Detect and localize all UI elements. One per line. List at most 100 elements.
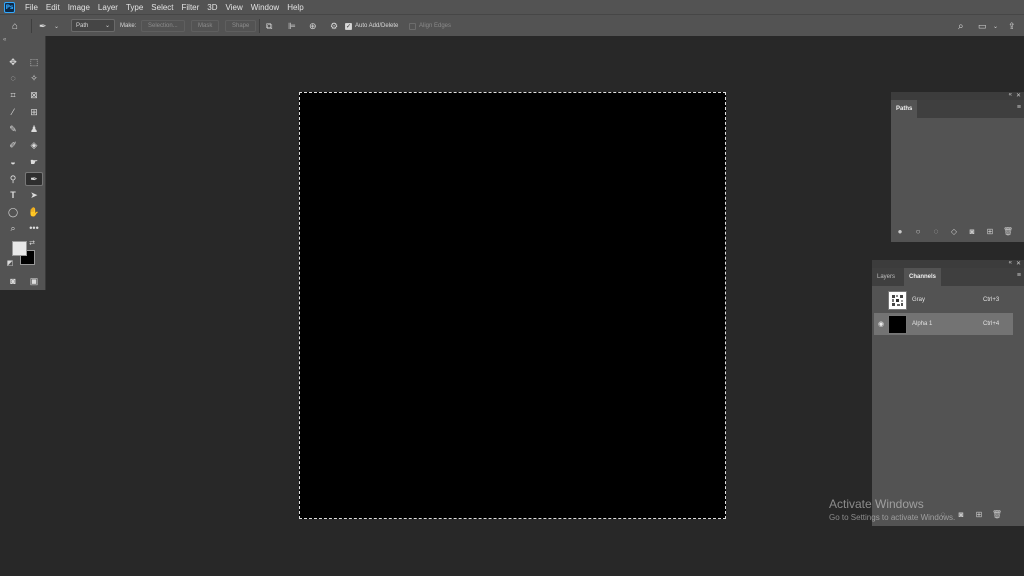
paths-tab-row: Paths: [891, 100, 1024, 118]
pen-tool-icon[interactable]: ✒: [25, 172, 43, 186]
channel-name: Alpha 1: [912, 321, 933, 327]
collapse-panel-icon[interactable]: «: [3, 37, 6, 43]
default-colors-icon[interactable]: ◩: [5, 256, 15, 270]
healing-brush-tool-icon[interactable]: ⊞: [25, 105, 43, 119]
menu-file[interactable]: File: [21, 3, 42, 12]
paths-panel-footer: ● ○ ◌ ◇ ◙ ⊞ 🗑: [891, 223, 1024, 239]
checkbox-icon: [409, 22, 416, 30]
checkmark-icon: ✓: [345, 22, 352, 30]
menu-filter[interactable]: Filter: [178, 3, 204, 12]
menu-3d[interactable]: 3D: [203, 3, 221, 12]
tab-layers[interactable]: Layers: [872, 268, 900, 286]
auto-add-delete-checkbox[interactable]: ✓ Auto Add/Delete: [345, 15, 398, 37]
trash-icon[interactable]: 🗑: [999, 227, 1017, 236]
frame-tool-icon[interactable]: ⊠: [25, 88, 43, 102]
close-icon[interactable]: ✕: [1016, 260, 1021, 267]
auto-add-delete-label: Auto Add/Delete: [355, 23, 399, 29]
channel-shortcut: Ctrl+4: [983, 321, 1000, 327]
home-icon[interactable]: ⌂: [12, 15, 18, 37]
brush-tool-icon[interactable]: ✎: [4, 122, 22, 136]
stroke-path-icon[interactable]: ○: [909, 227, 927, 236]
channel-thumbnail: [888, 290, 907, 310]
align-edges-checkbox[interactable]: Align Edges: [409, 15, 451, 37]
pen-tool-preset-icon[interactable]: ✒: [39, 15, 47, 37]
menu-image[interactable]: Image: [64, 3, 94, 12]
eye-icon[interactable]: ◉: [874, 320, 888, 328]
panel-menu-icon[interactable]: ≡: [1017, 104, 1021, 111]
path-mode-value: Path: [76, 22, 89, 29]
panel-top-strip: « ✕: [872, 260, 1024, 268]
make-work-path-icon[interactable]: ◇: [945, 227, 963, 236]
chevron-down-icon[interactable]: ⌄: [993, 15, 998, 37]
menu-window[interactable]: Window: [247, 3, 283, 12]
collapse-panel-icon[interactable]: «: [1009, 260, 1012, 266]
dodge-tool-icon[interactable]: ⚲: [4, 172, 22, 186]
more-tools-icon[interactable]: •••: [25, 221, 43, 235]
clone-stamp-tool-icon[interactable]: ♟: [25, 122, 43, 136]
menu-view[interactable]: View: [222, 3, 247, 12]
channel-row-gray[interactable]: Gray Ctrl+3: [874, 289, 1013, 311]
chevron-down-icon: ⌄: [104, 23, 110, 29]
menu-edit[interactable]: Edit: [42, 3, 64, 12]
channel-row-alpha-1[interactable]: ◉ Alpha 1 Ctrl+4: [874, 313, 1013, 335]
foreground-color-swatch[interactable]: [12, 241, 27, 256]
ellipse-tool-icon[interactable]: ◯: [4, 205, 22, 219]
paint-bucket-tool-icon[interactable]: ◒: [4, 155, 22, 169]
menu-help[interactable]: Help: [283, 3, 307, 12]
make-mask-button[interactable]: Mask: [191, 20, 220, 32]
path-mode-select[interactable]: Path ⌄: [71, 19, 115, 32]
watermark-title: Activate Windows: [829, 497, 924, 511]
separator: [31, 19, 32, 33]
tab-channels[interactable]: Channels: [904, 268, 942, 286]
add-mask-icon[interactable]: ◙: [963, 227, 981, 236]
eyedropper-tool-icon[interactable]: ⁄: [4, 105, 22, 119]
watermark-subtitle: Go to Settings to activate Windows.: [829, 513, 956, 522]
move-tool-icon[interactable]: ✥: [4, 55, 22, 69]
tools-panel: « ✥ ⬚ ◌ ✧ ⌗ ⊠ ⁄ ⊞ ✎ ♟ ✐ ◈ ◒ ☛ ⚲ ✒ T ➤ ◯ …: [0, 36, 46, 290]
zoom-tool-icon[interactable]: ⌕: [4, 221, 22, 235]
lasso-tool-icon[interactable]: ◌: [4, 71, 22, 85]
history-brush-tool-icon[interactable]: ✐: [4, 138, 22, 152]
close-icon[interactable]: ✕: [1016, 92, 1021, 99]
make-shape-button[interactable]: Shape: [225, 20, 257, 32]
trash-icon[interactable]: 🗑: [988, 510, 1006, 519]
make-selection-button[interactable]: Selection...: [141, 20, 185, 32]
gear-icon[interactable]: ⚙: [330, 15, 338, 37]
new-channel-icon[interactable]: ⊞: [970, 510, 988, 519]
menu-select[interactable]: Select: [147, 3, 177, 12]
swap-colors-icon[interactable]: ⇄: [27, 236, 37, 250]
eraser-tool-icon[interactable]: ◈: [25, 138, 43, 152]
share-icon[interactable]: ⇪: [1008, 15, 1016, 37]
workspace-icon[interactable]: ▭: [978, 15, 987, 37]
type-tool-icon[interactable]: T: [4, 188, 22, 202]
quick-mask-icon[interactable]: ◙: [4, 274, 22, 288]
path-operations-icon[interactable]: ⧉: [266, 15, 272, 37]
menu-type[interactable]: Type: [122, 3, 147, 12]
tab-paths[interactable]: Paths: [891, 100, 918, 118]
panel-menu-icon[interactable]: ≡: [1017, 272, 1021, 279]
new-path-icon[interactable]: ⊞: [981, 227, 999, 236]
hand-tool-icon[interactable]: ✋: [25, 205, 43, 219]
magic-wand-tool-icon[interactable]: ✧: [25, 71, 43, 85]
load-path-as-selection-icon[interactable]: ◌: [927, 227, 945, 236]
document-canvas[interactable]: [299, 92, 726, 519]
separator: [259, 19, 260, 33]
channels-tab-row: Layers Channels: [872, 268, 1024, 286]
smudge-tool-icon[interactable]: ☛: [25, 155, 43, 169]
options-bar: ⌂ ✒ ⌄ Path ⌄ Make: Selection... Mask Sha…: [0, 14, 1024, 36]
channels-panel: « ✕ Layers Channels ≡ Gray Ctrl+3 ◉ Alph…: [872, 260, 1024, 526]
crop-tool-icon[interactable]: ⌗: [4, 88, 22, 102]
screen-mode-icon[interactable]: ▣: [25, 274, 43, 288]
collapse-panel-icon[interactable]: «: [1009, 92, 1012, 98]
chevron-down-icon[interactable]: ⌄: [54, 15, 59, 37]
panel-top-strip: « ✕: [891, 92, 1024, 100]
marquee-tool-icon[interactable]: ⬚: [25, 55, 43, 69]
path-arrangement-icon[interactable]: ⊕: [309, 15, 317, 37]
menu-layer[interactable]: Layer: [94, 3, 122, 12]
activate-windows-watermark: Activate Windows Go to Settings to activ…: [829, 497, 955, 522]
fill-path-icon[interactable]: ●: [891, 227, 909, 236]
channel-name: Gray: [912, 297, 926, 303]
search-icon[interactable]: ⌕: [958, 15, 964, 37]
path-selection-tool-icon[interactable]: ➤: [25, 188, 43, 202]
path-alignment-icon[interactable]: ⊫: [288, 15, 296, 37]
